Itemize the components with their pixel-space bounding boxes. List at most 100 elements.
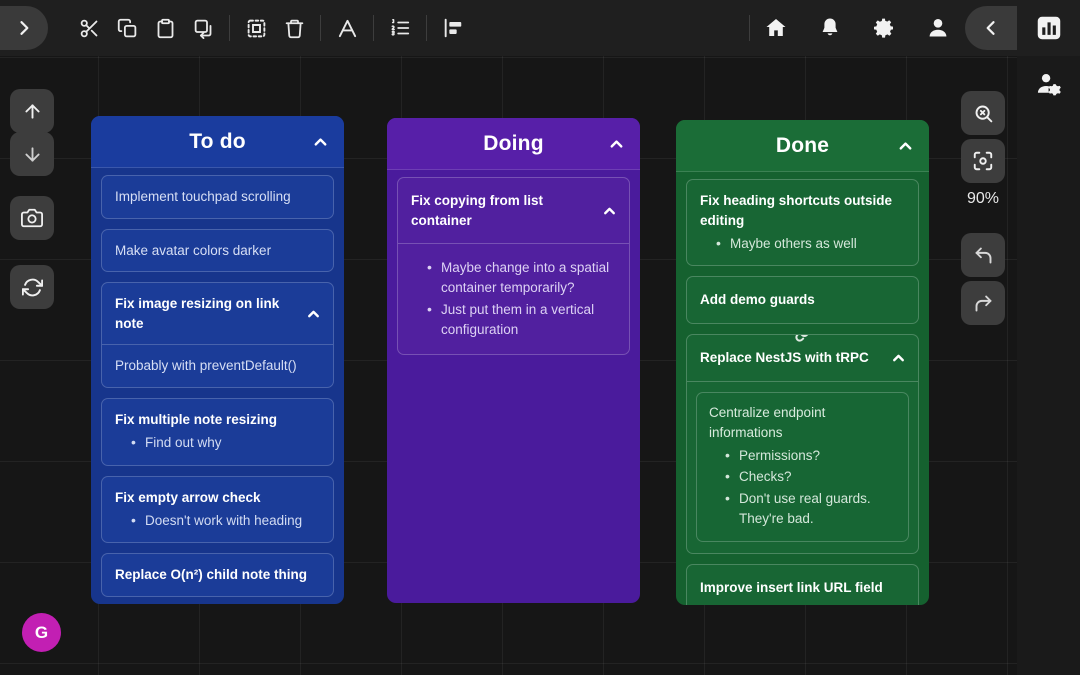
top-toolbar	[0, 0, 1017, 56]
ordered-list-icon[interactable]	[381, 9, 419, 47]
chart-icon[interactable]	[1034, 13, 1064, 43]
column-title: Done	[776, 134, 829, 158]
card-title[interactable]: Add demo guards	[687, 277, 918, 323]
nested-note[interactable]: Centralize endpoint informations Permiss…	[696, 392, 909, 543]
copy-icon[interactable]	[108, 9, 146, 47]
board-card[interactable]: Fix multiple note resizing Find out why	[101, 398, 334, 466]
chevron-up-icon[interactable]	[896, 137, 915, 156]
list-item: Maybe change into a spatial container te…	[427, 258, 616, 299]
arrow-down-icon[interactable]	[10, 132, 54, 176]
column-header-doing[interactable]: Doing	[387, 118, 640, 170]
home-icon[interactable]	[757, 9, 795, 47]
delete-icon[interactable]	[275, 9, 313, 47]
align-left-icon[interactable]	[434, 9, 472, 47]
list-item: Find out why	[131, 433, 320, 453]
board-column-todo[interactable]: To do Implement touchpad scrolling Make …	[91, 116, 344, 604]
avatar[interactable]: G	[22, 613, 61, 652]
card-bullet-list: Doesn't work with heading	[115, 511, 320, 531]
card-title[interactable]: Make avatar colors darker	[102, 230, 333, 272]
card-title[interactable]: Fix multiple note resizing	[102, 399, 333, 432]
list-item: Permissions?	[725, 446, 896, 466]
right-rail-header	[1017, 0, 1080, 56]
board-card[interactable]: Add demo guards	[686, 276, 919, 324]
list-item: Maybe others as well	[716, 234, 905, 254]
column-header-done[interactable]: Done	[676, 120, 929, 172]
camera-icon[interactable]	[10, 196, 54, 240]
card-title[interactable]: Fix empty arrow check	[102, 477, 333, 510]
right-rail	[1017, 0, 1080, 675]
column-body-done: Fix heading shortcuts outside editing Ma…	[676, 172, 929, 605]
card-title-text: Replace NestJS with tRPC	[700, 350, 869, 365]
card-title[interactable]: Improve insert link URL field	[687, 565, 918, 605]
paste-icon[interactable]	[146, 9, 184, 47]
expand-sidebar-button[interactable]	[0, 6, 48, 50]
align-tool-group	[434, 9, 472, 47]
chevron-up-icon[interactable]	[601, 202, 618, 219]
chevron-up-icon[interactable]	[311, 133, 330, 152]
user-settings-icon[interactable]	[1017, 56, 1080, 112]
board-column-doing[interactable]: Doing Fix copying from list container Ma…	[387, 118, 640, 603]
board-card[interactable]: Improve insert link URL field	[686, 564, 919, 605]
column-body-todo: Implement touchpad scrolling Make avatar…	[91, 168, 344, 604]
redo-icon[interactable]	[961, 281, 1005, 325]
card-bullet-list: Maybe others as well	[700, 234, 905, 254]
card-title-text: Fix copying from list container	[411, 193, 543, 228]
text-tool-group	[328, 9, 366, 47]
toolbar-divider	[229, 15, 230, 41]
card-body: Maybe change into a spatial container te…	[398, 244, 629, 354]
chevron-up-icon[interactable]	[607, 135, 626, 154]
board-card[interactable]: Fix copying from list container Maybe ch…	[397, 177, 630, 355]
select-all-icon[interactable]	[237, 9, 275, 47]
board-column-done[interactable]: Done Fix heading shortcuts outside editi…	[676, 120, 929, 605]
board-card[interactable]: Implement touchpad scrolling	[101, 175, 334, 219]
board-card[interactable]: Fix empty arrow check Doesn't work with …	[101, 476, 334, 544]
cut-icon[interactable]	[70, 9, 108, 47]
card-body: Centralize endpoint informations Permiss…	[687, 382, 918, 554]
list-item: Doesn't work with heading	[131, 511, 320, 531]
selection-tool-group	[237, 9, 313, 47]
duplicate-icon[interactable]	[184, 9, 222, 47]
card-bullet-list: Maybe change into a spatial container te…	[411, 258, 616, 340]
list-tool-group	[381, 9, 419, 47]
collapse-panel-button[interactable]	[965, 6, 1017, 50]
column-title: Doing	[483, 132, 543, 156]
undo-icon[interactable]	[961, 233, 1005, 277]
toolbar-divider	[749, 15, 750, 41]
board-card[interactable]: Make avatar colors darker	[101, 229, 334, 273]
card-body: Find out why	[102, 433, 333, 464]
focus-icon[interactable]	[961, 139, 1005, 183]
card-title-text: Fix image resizing on link note	[115, 296, 279, 331]
card-title[interactable]: Implement touchpad scrolling	[102, 176, 333, 218]
list-item: Just put them in a vertical configuratio…	[427, 300, 616, 341]
column-header-todo[interactable]: To do	[91, 116, 344, 168]
card-title[interactable]: Fix copying from list container	[398, 178, 629, 243]
card-title[interactable]: Fix image resizing on link note	[102, 283, 333, 344]
card-bullet-list: Find out why	[115, 433, 320, 453]
card-body: Doesn't work with heading	[102, 511, 333, 542]
chevron-up-icon[interactable]	[890, 349, 907, 366]
person-icon[interactable]	[919, 9, 957, 47]
board-card[interactable]: Fix heading shortcuts outside editing Ma…	[686, 179, 919, 266]
bell-icon[interactable]	[811, 9, 849, 47]
sync-icon[interactable]	[10, 265, 54, 309]
board-card[interactable]: Replace O(n²) child note thing	[101, 553, 334, 597]
chevron-up-icon[interactable]	[305, 305, 322, 322]
card-subnote[interactable]: Probably with preventDefault()	[102, 345, 333, 387]
toolbar-divider	[320, 15, 321, 41]
gear-icon[interactable]	[865, 9, 903, 47]
list-item: Checks?	[725, 467, 896, 487]
toolbar-divider	[426, 15, 427, 41]
board-card[interactable]: Replace NestJS with tRPC Centralize endp…	[686, 334, 919, 554]
card-title[interactable]: Replace O(n²) child note thing	[102, 554, 333, 596]
zoom-level-label: 90%	[951, 190, 1015, 208]
column-title: To do	[189, 130, 246, 154]
clipboard-tool-group	[70, 9, 222, 47]
card-title[interactable]: Fix heading shortcuts outside editing	[687, 180, 918, 232]
text-format-icon[interactable]	[328, 9, 366, 47]
arrow-up-icon[interactable]	[10, 89, 54, 133]
avatar-initial: G	[35, 623, 48, 643]
zoom-reset-icon[interactable]	[961, 91, 1005, 135]
toolbar-divider	[373, 15, 374, 41]
board-card[interactable]: Fix image resizing on link note Probably…	[101, 282, 334, 388]
list-item: Don't use real guards. They're bad.	[725, 489, 896, 530]
